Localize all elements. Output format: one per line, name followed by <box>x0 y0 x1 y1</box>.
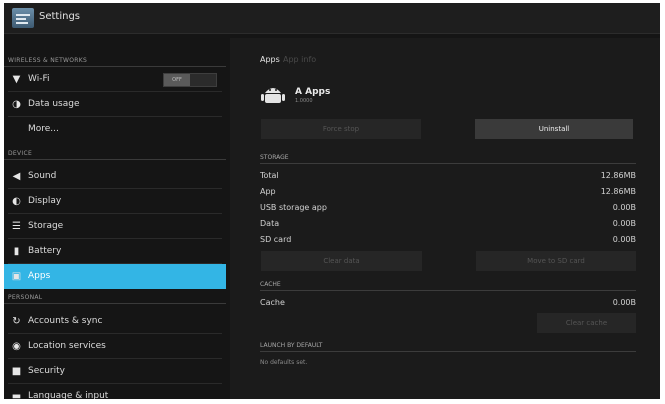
storage-row-label: App <box>260 187 276 196</box>
breadcrumb-apps[interactable]: Apps <box>260 55 280 64</box>
sidebar-item-label: Security <box>28 366 65 376</box>
data-usage-icon: ◑ <box>12 99 21 110</box>
sidebar-item-label: Display <box>28 196 62 206</box>
sidebar-item-label: Apps <box>28 271 51 281</box>
storage-icon: ☰ <box>12 221 21 232</box>
sidebar-item-storage[interactable]: ☰ Storage <box>4 214 226 239</box>
sidebar-item-label: Storage <box>28 221 64 231</box>
settings-sidebar: WIRELESS & NETWORKS ▼ Wi-Fi OFF ◑ Data u… <box>4 38 226 399</box>
section-header-storage: STORAGE <box>260 154 289 161</box>
settings-app-icon[interactable] <box>12 8 34 28</box>
storage-row-value: 12.86MB <box>600 171 636 180</box>
sidebar-item-data-usage[interactable]: ◑ Data usage <box>4 92 226 117</box>
sidebar-item-label: Language & input <box>28 391 109 399</box>
storage-row-data: Data 0.00B <box>260 219 636 233</box>
sidebar-item-display[interactable]: ◐ Display <box>4 189 226 214</box>
location-icon: ◉ <box>12 341 21 352</box>
sidebar-item-more[interactable]: More... <box>4 117 226 142</box>
storage-row-label: Data <box>260 219 280 228</box>
force-stop-button[interactable]: Force stop <box>261 119 421 139</box>
launch-defaults-text: No defaults set. <box>260 359 308 366</box>
sidebar-item-label: Sound <box>28 171 57 181</box>
storage-row-total: Total 12.86MB <box>260 171 636 185</box>
storage-row-value: 12.86MB <box>600 187 636 196</box>
sidebar-item-wifi[interactable]: ▼ Wi-Fi OFF <box>4 67 226 92</box>
apps-icon: ▣ <box>11 271 22 282</box>
sidebar-item-label: Accounts & sync <box>28 316 103 326</box>
app-info-panel: Apps App info A Apps 1.0000 Force stop U… <box>230 38 660 399</box>
move-to-sd-button[interactable]: Move to SD card <box>476 251 636 271</box>
battery-icon: ▮ <box>13 246 20 257</box>
sidebar-item-label: Wi-Fi <box>28 74 50 84</box>
storage-row-label: USB storage app <box>260 203 327 212</box>
lock-icon: ■ <box>11 366 22 377</box>
sidebar-item-location[interactable]: ◉ Location services <box>4 334 226 359</box>
clear-data-button[interactable]: Clear data <box>261 251 422 271</box>
sidebar-item-label: Data usage <box>28 99 80 109</box>
cache-value: 0.00B <box>612 298 636 307</box>
wifi-icon: ▼ <box>12 74 21 85</box>
app-version: 1.0000 <box>295 98 313 104</box>
section-header-launch: LAUNCH BY DEFAULT <box>260 342 323 349</box>
uninstall-button[interactable]: Uninstall <box>475 119 633 139</box>
sidebar-item-accounts-sync[interactable]: ↻ Accounts & sync <box>4 309 226 334</box>
sidebar-item-language[interactable]: ▬ Language & input <box>4 384 226 399</box>
storage-row-value: 0.00B <box>612 219 636 228</box>
section-header-personal: PERSONAL <box>8 294 43 301</box>
wifi-toggle[interactable]: OFF <box>163 73 217 87</box>
clear-cache-button[interactable]: Clear cache <box>537 313 636 333</box>
cache-label: Cache <box>260 298 285 307</box>
section-divider <box>4 159 226 160</box>
storage-row-sd: SD card 0.00B <box>260 235 636 249</box>
app-name: A Apps <box>295 87 331 97</box>
wifi-toggle-off-label: OFF <box>164 74 190 86</box>
section-header-wireless: WIRELESS & NETWORKS <box>8 57 88 64</box>
storage-row-label: SD card <box>260 235 292 244</box>
section-header-cache: CACHE <box>260 281 281 288</box>
sidebar-item-sound[interactable]: ◀ Sound <box>4 164 226 189</box>
action-bar: Settings <box>4 3 660 34</box>
cache-row: Cache 0.00B <box>260 298 636 312</box>
section-divider <box>260 351 636 352</box>
sidebar-item-apps[interactable]: ▣ Apps <box>4 264 226 289</box>
section-header-device: DEVICE <box>8 150 33 157</box>
app-title: Settings <box>39 11 81 22</box>
settings-window: Settings WIRELESS & NETWORKS ▼ Wi-Fi OFF… <box>4 3 660 399</box>
section-divider <box>260 163 636 164</box>
keyboard-icon: ▬ <box>11 391 22 399</box>
storage-row-value: 0.00B <box>612 203 636 212</box>
breadcrumb-app-info: App info <box>283 55 317 64</box>
speaker-icon: ◀ <box>12 171 21 182</box>
sidebar-item-label: Location services <box>28 341 106 351</box>
sync-icon: ↻ <box>12 316 21 327</box>
section-divider <box>4 303 226 304</box>
sidebar-item-battery[interactable]: ▮ Battery <box>4 239 226 264</box>
storage-row-usb: USB storage app 0.00B <box>260 203 636 217</box>
sidebar-item-label: Battery <box>28 246 62 256</box>
brightness-icon: ◐ <box>12 196 21 207</box>
sidebar-item-label: More... <box>28 124 59 134</box>
android-icon <box>261 88 285 103</box>
section-divider <box>260 290 636 291</box>
sidebar-item-security[interactable]: ■ Security <box>4 359 226 384</box>
storage-row-app: App 12.86MB <box>260 187 636 201</box>
storage-row-value: 0.00B <box>612 235 636 244</box>
storage-row-label: Total <box>260 171 279 180</box>
